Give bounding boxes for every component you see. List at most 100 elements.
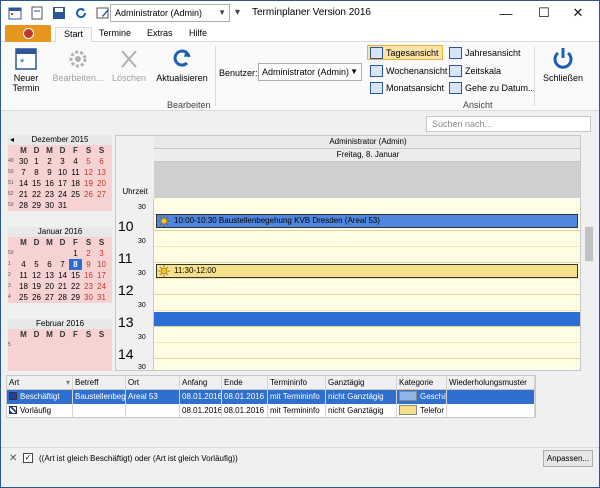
- calendar-day[interactable]: 4: [17, 259, 30, 270]
- appointment-tentative[interactable]: 11:30-12:00: [156, 264, 578, 278]
- column-header-termininfo[interactable]: Termininfo: [268, 376, 326, 390]
- calendar-day[interactable]: 10: [95, 259, 108, 270]
- calendar-day[interactable]: 2: [82, 248, 95, 259]
- calendar-day[interactable]: 28: [17, 200, 30, 211]
- calendar-day[interactable]: 3: [95, 248, 108, 259]
- close-app-button[interactable]: Schließen: [538, 45, 588, 83]
- file-menu-button[interactable]: [5, 25, 51, 42]
- column-header-betreff[interactable]: Betreff: [73, 376, 126, 390]
- calendar-day[interactable]: 27: [43, 292, 56, 303]
- new-icon[interactable]: [29, 5, 45, 21]
- calendar-day[interactable]: 11: [17, 270, 30, 281]
- calendar-day[interactable]: 15: [30, 178, 43, 189]
- calendar-day[interactable]: 26: [82, 189, 95, 200]
- column-header-anfang[interactable]: Anfang: [180, 376, 222, 390]
- close-window-button[interactable]: ✕: [563, 1, 593, 25]
- edit-button[interactable]: Bearbeiten...: [51, 45, 105, 83]
- scrollbar-thumb[interactable]: [585, 227, 593, 261]
- calendar-day[interactable]: 9: [43, 167, 56, 178]
- calendar-day[interactable]: 25: [69, 189, 82, 200]
- new-appointment-button[interactable]: * Neuer Termin: [7, 45, 45, 93]
- calendar-day[interactable]: 4: [69, 156, 82, 167]
- calendar-day[interactable]: 8: [69, 259, 82, 270]
- edit-icon[interactable]: [95, 5, 111, 21]
- table-row[interactable]: Vorläufig 08.01.2016 08.01.2016 mit Term…: [7, 404, 535, 418]
- calendar-day[interactable]: 31: [95, 292, 108, 303]
- calendar-day[interactable]: 18: [69, 178, 82, 189]
- calendar-day[interactable]: 16: [82, 270, 95, 281]
- calendar-day[interactable]: 29: [30, 200, 43, 211]
- calendar-day[interactable]: 28: [56, 292, 69, 303]
- refresh-button[interactable]: Aktualisieren: [151, 45, 213, 83]
- calendar-day[interactable]: 6: [43, 259, 56, 270]
- calendar-day[interactable]: 22: [69, 281, 82, 292]
- tab-termine[interactable]: Termine: [91, 27, 139, 42]
- view-wochenansicht[interactable]: Wochenansicht: [368, 63, 450, 78]
- day-view-scrollbar[interactable]: [583, 135, 595, 371]
- all-day-area[interactable]: [154, 162, 580, 198]
- goto-date-button[interactable]: Gehe zu Datum...: [447, 80, 539, 95]
- calendar-day[interactable]: 6: [95, 156, 108, 167]
- calendar-day[interactable]: 14: [56, 270, 69, 281]
- view-zeitskala[interactable]: Zeitskala: [447, 63, 504, 78]
- calendar-day[interactable]: 24: [56, 189, 69, 200]
- column-header-art[interactable]: Art ▾: [7, 376, 73, 390]
- view-monatsansicht[interactable]: Monatsansicht: [368, 80, 447, 95]
- calendar-day[interactable]: 1: [30, 156, 43, 167]
- view-tagesansicht[interactable]: Tagesansicht: [367, 45, 443, 60]
- customize-filter-button[interactable]: Anpassen...: [543, 450, 593, 467]
- selected-time-range[interactable]: [154, 312, 580, 326]
- calendar-day[interactable]: 14: [17, 178, 30, 189]
- calendar-day[interactable]: 26: [30, 292, 43, 303]
- calendar-day[interactable]: 20: [95, 178, 108, 189]
- column-header-ort[interactable]: Ort: [126, 376, 180, 390]
- calendar-day[interactable]: 17: [95, 270, 108, 281]
- refresh-icon[interactable]: [73, 5, 89, 21]
- calendar-day[interactable]: 29: [69, 292, 82, 303]
- calendar-day[interactable]: 13: [43, 270, 56, 281]
- calendar-day[interactable]: 7: [56, 259, 69, 270]
- calendar-day[interactable]: 13: [95, 167, 108, 178]
- calendar-day[interactable]: 16: [43, 178, 56, 189]
- calendar-day[interactable]: 3: [56, 156, 69, 167]
- calendar-day[interactable]: 18: [17, 281, 30, 292]
- calendar-day[interactable]: 15: [69, 270, 82, 281]
- calendar-day[interactable]: 5: [82, 156, 95, 167]
- table-row[interactable]: Beschäftigt Baustellenbeg Areal 53 08.01…: [7, 390, 535, 404]
- column-header-wiederholung[interactable]: Wiederholungsmuster: [447, 376, 535, 390]
- date-header[interactable]: Freitag, 8. Januar: [154, 149, 580, 162]
- filter-expression[interactable]: ((Art ist gleich Beschäftigt) oder (Art …: [39, 454, 238, 463]
- calendar-day[interactable]: 10: [56, 167, 69, 178]
- calendar-day[interactable]: 24: [95, 281, 108, 292]
- view-jahresansicht[interactable]: Jahresansicht: [447, 45, 524, 60]
- appointment-busy[interactable]: 10:00-10:30 Baustellenbegehung KVB Dresd…: [156, 214, 578, 228]
- calendar-day[interactable]: 21: [56, 281, 69, 292]
- time-slots[interactable]: 10:00-10:30 Baustellenbegehung KVB Dresd…: [154, 198, 580, 370]
- calendar-day[interactable]: 7: [17, 167, 30, 178]
- tab-start[interactable]: Start: [55, 27, 93, 42]
- calendar-day[interactable]: 23: [43, 189, 56, 200]
- calendar-day[interactable]: 22: [30, 189, 43, 200]
- calendar-day[interactable]: 12: [30, 270, 43, 281]
- calendar-day[interactable]: 21: [17, 189, 30, 200]
- clear-filter-icon[interactable]: ✕: [9, 453, 17, 464]
- calendar-day[interactable]: 1: [69, 248, 82, 259]
- filter-enabled-checkbox[interactable]: ✓: [23, 453, 33, 463]
- calendar-day[interactable]: 30: [43, 200, 56, 211]
- user-combo[interactable]: Administrator (Admin) ▼: [110, 4, 230, 22]
- calendar-day[interactable]: 27: [95, 189, 108, 200]
- calendar-day[interactable]: 12: [82, 167, 95, 178]
- calendar-day[interactable]: 5: [30, 259, 43, 270]
- column-header-kategorie[interactable]: Kategorie: [397, 376, 447, 390]
- search-input[interactable]: Suchen nach...: [426, 116, 591, 132]
- calendar-day[interactable]: 9: [82, 259, 95, 270]
- calendar-day[interactable]: 2: [43, 156, 56, 167]
- calendar-day[interactable]: 30: [17, 156, 30, 167]
- column-header-ende[interactable]: Ende: [222, 376, 268, 390]
- calendar-day[interactable]: 8: [30, 167, 43, 178]
- filter-icon[interactable]: ▾: [66, 376, 70, 389]
- calendar-day[interactable]: 30: [82, 292, 95, 303]
- calendar-day[interactable]: 19: [30, 281, 43, 292]
- calendar-day[interactable]: 19: [82, 178, 95, 189]
- minimize-button[interactable]: —: [491, 1, 521, 25]
